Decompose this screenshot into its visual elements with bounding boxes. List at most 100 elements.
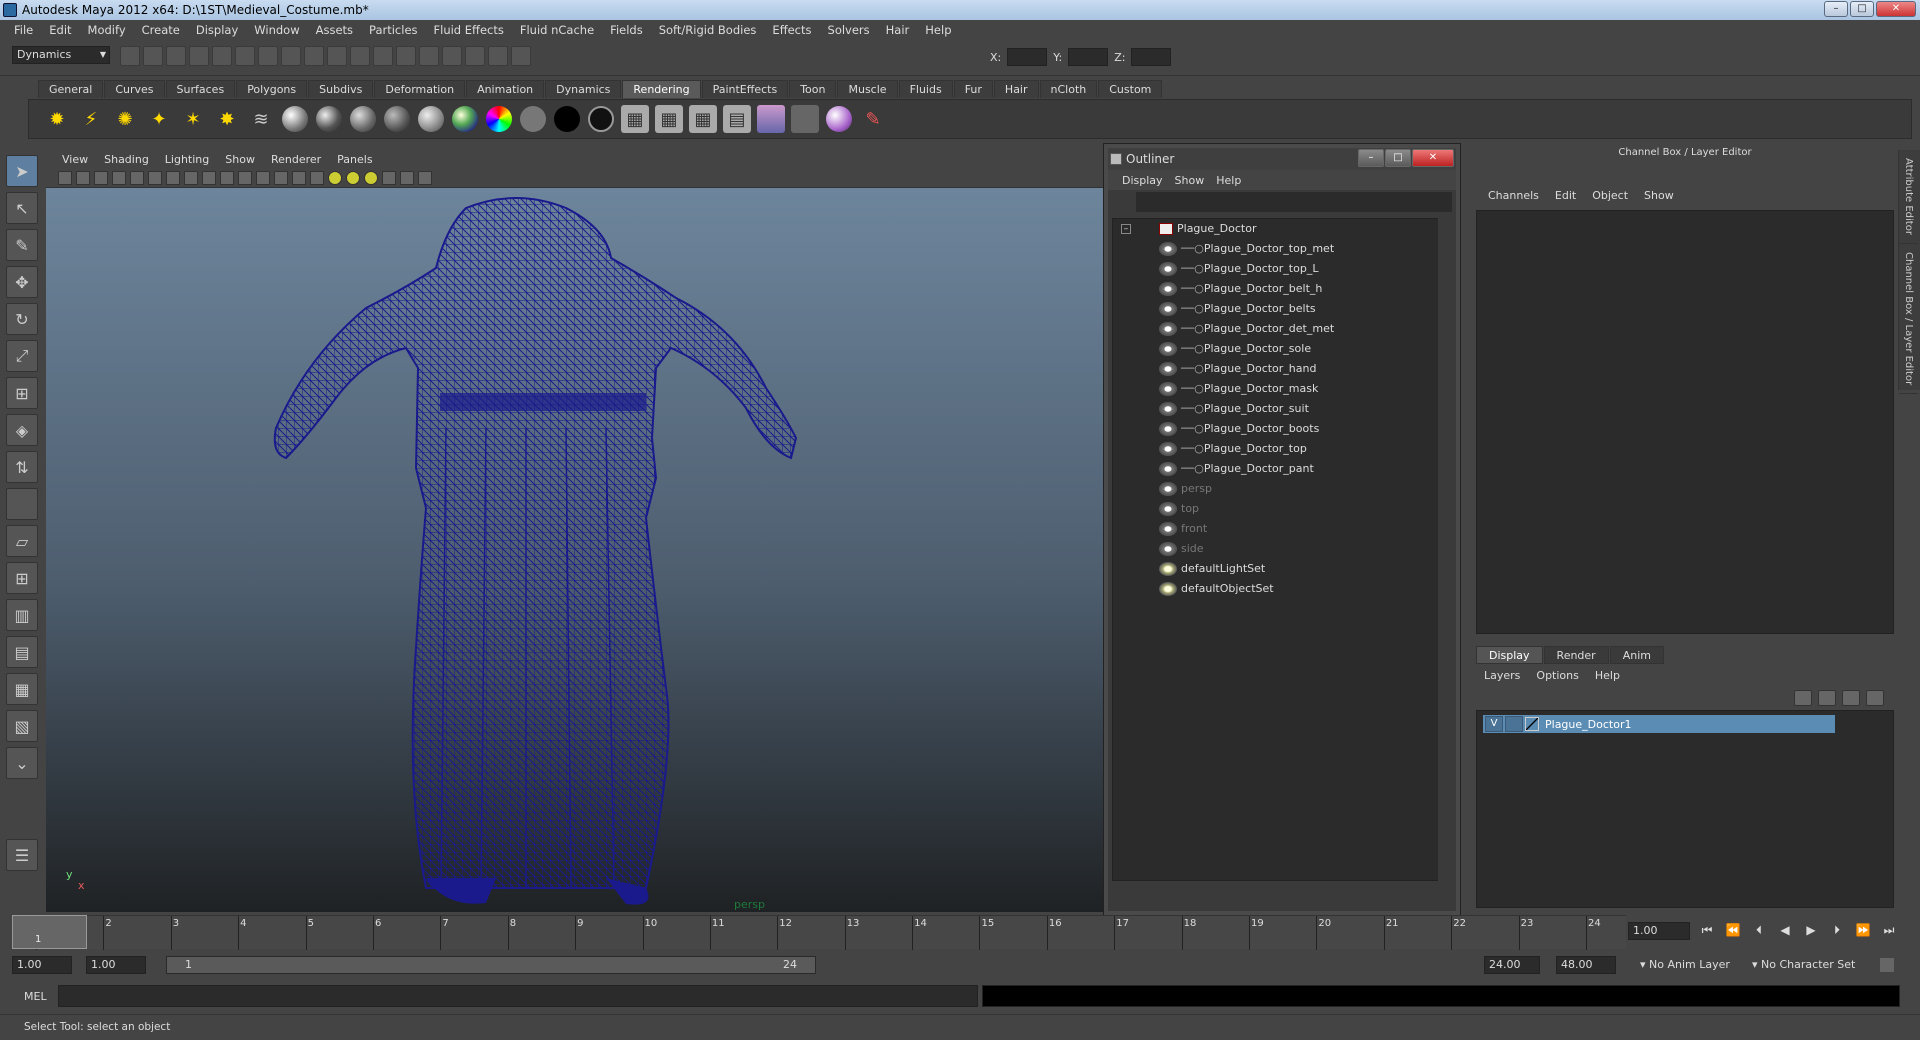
- shelf-tab-deformation[interactable]: Deformation: [374, 80, 466, 98]
- snap-grid-icon[interactable]: [258, 46, 278, 66]
- open-scene-icon[interactable]: [143, 46, 163, 66]
- menu-set-dropdown[interactable]: Dynamics ▼: [12, 46, 110, 64]
- menu-edit[interactable]: Edit: [41, 23, 79, 37]
- menu-assets[interactable]: Assets: [308, 23, 361, 37]
- shelf-tab-rendering[interactable]: Rendering: [622, 80, 701, 98]
- universal-manipulator-icon[interactable]: ⊞: [6, 377, 38, 409]
- paint-select-tool-icon[interactable]: ✎: [6, 229, 38, 261]
- outliner-row[interactable]: ──○ Plague_Doctor_sole: [1113, 339, 1439, 359]
- menu-fluid-effects[interactable]: Fluid Effects: [426, 23, 512, 37]
- new-empty-layer-icon[interactable]: [1842, 690, 1860, 706]
- menu-fluid-ncache[interactable]: Fluid nCache: [512, 23, 602, 37]
- isolate-select-icon[interactable]: [382, 170, 396, 185]
- menu-hair[interactable]: Hair: [878, 23, 918, 37]
- persp-graph-layout-icon[interactable]: ▤: [6, 636, 38, 668]
- select-tool-icon[interactable]: ➤: [6, 155, 38, 187]
- select-component-icon[interactable]: [235, 46, 255, 66]
- shelf-tab-curves[interactable]: Curves: [104, 80, 165, 98]
- show-manipulator-icon[interactable]: ⇅: [6, 451, 38, 483]
- field-chart-icon[interactable]: [202, 170, 216, 185]
- hypershade-shelf-icon[interactable]: [757, 105, 785, 133]
- xray-joints-icon[interactable]: [418, 170, 432, 185]
- menu-soft-rigid-bodies[interactable]: Soft/Rigid Bodies: [651, 23, 765, 37]
- smooth-shade-icon[interactable]: [274, 170, 288, 185]
- playback-end-field[interactable]: 24.00: [1484, 956, 1540, 974]
- current-time-field[interactable]: 1.00: [1628, 922, 1690, 940]
- shelf-tab-fluids[interactable]: Fluids: [898, 80, 953, 98]
- lasso-tool-icon[interactable]: ↖: [6, 192, 38, 224]
- cb-menu-show[interactable]: Show: [1636, 189, 1682, 202]
- grid-toggle-icon[interactable]: [130, 170, 144, 185]
- xray-icon[interactable]: [400, 170, 414, 185]
- shelf-tab-general[interactable]: General: [38, 80, 104, 98]
- outliner-row[interactable]: ──○ Plague_Doctor_belt_h: [1113, 279, 1439, 299]
- collapse-icon[interactable]: –: [1121, 224, 1131, 234]
- start-time-field[interactable]: 1.00: [12, 956, 72, 974]
- layered-shader-icon[interactable]: [587, 105, 615, 133]
- step-forward-key-icon[interactable]: ⏩: [1854, 923, 1872, 939]
- move-layer-down-icon[interactable]: [1818, 690, 1836, 706]
- le-menu-options[interactable]: Options: [1528, 669, 1586, 682]
- script-editor-icon[interactable]: ☰: [6, 839, 38, 871]
- render-icon[interactable]: ▦: [655, 105, 683, 133]
- menu-particles[interactable]: Particles: [361, 23, 425, 37]
- outliner-row[interactable]: ──○ Plague_Doctor_top_L: [1113, 259, 1439, 279]
- attribute-editor-tab[interactable]: Attribute Editor: [1899, 150, 1918, 244]
- outliner-row[interactable]: ──○ Plague_Doctor_mask: [1113, 379, 1439, 399]
- step-back-key-icon[interactable]: ⏪: [1724, 923, 1742, 939]
- select-object-icon[interactable]: [212, 46, 232, 66]
- shelf-tab-toon[interactable]: Toon: [789, 80, 837, 98]
- safe-title-icon[interactable]: [238, 170, 252, 185]
- ramp-sphere-icon[interactable]: [451, 105, 479, 133]
- shelf-tab-custom[interactable]: Custom: [1098, 80, 1163, 98]
- play-backwards-icon[interactable]: ◀: [1776, 923, 1794, 939]
- shelf-tab-ncloth[interactable]: nCloth: [1039, 80, 1098, 98]
- use-default-lighting-icon[interactable]: [328, 170, 342, 185]
- command-language-label[interactable]: MEL: [24, 990, 47, 1003]
- bookmark-icon[interactable]: [94, 170, 108, 185]
- surface-shader-icon[interactable]: [519, 105, 547, 133]
- gate-mask-icon[interactable]: [184, 170, 198, 185]
- rotate-tool-icon[interactable]: ↻: [6, 303, 38, 335]
- outliner-camera-row[interactable]: side: [1113, 539, 1439, 559]
- outliner-row[interactable]: ──○ Plague_Doctor_pant: [1113, 459, 1439, 479]
- ibl-icon[interactable]: ≋: [247, 105, 275, 133]
- render-view-icon[interactable]: ▦: [621, 105, 649, 133]
- make-live-icon[interactable]: [350, 46, 370, 66]
- point-light-icon[interactable]: ✺: [111, 105, 139, 133]
- shelf-tab-animation[interactable]: Animation: [466, 80, 545, 98]
- menu-file[interactable]: File: [6, 23, 41, 37]
- z-field[interactable]: [1131, 48, 1172, 66]
- outliner-row[interactable]: ──○ Plague_Doctor_top_met: [1113, 239, 1439, 259]
- shelf-tab-subdivs[interactable]: Subdivs: [308, 80, 374, 98]
- character-set-dropdown[interactable]: ▾ No Character Set: [1752, 958, 1855, 971]
- ambient-light-icon[interactable]: ✹: [43, 105, 71, 133]
- outliner-horizontal-scrollbar[interactable]: [1112, 893, 1440, 907]
- camera-attributes-icon[interactable]: [76, 170, 90, 185]
- paint-brush-icon[interactable]: ✎: [859, 105, 887, 133]
- key-icon[interactable]: [1880, 958, 1894, 972]
- layer-color-swatch[interactable]: [1525, 717, 1539, 731]
- current-frame-marker[interactable]: 1: [12, 915, 87, 949]
- move-layer-up-icon[interactable]: [1794, 690, 1812, 706]
- ipr-icon[interactable]: ▦: [689, 105, 717, 133]
- soft-mod-icon[interactable]: ◈: [6, 414, 38, 446]
- x-field[interactable]: [1007, 48, 1048, 66]
- lambert-sphere-icon[interactable]: [281, 105, 309, 133]
- use-background-icon[interactable]: [553, 105, 581, 133]
- menu-help[interactable]: Help: [917, 23, 959, 37]
- lock-icon[interactable]: [488, 46, 508, 66]
- maximize-button[interactable]: □: [1850, 1, 1874, 17]
- resolution-gate-icon[interactable]: [166, 170, 180, 185]
- layer-row[interactable]: V Plague_Doctor1: [1483, 715, 1835, 733]
- outliner-menu-help[interactable]: Help: [1210, 174, 1247, 187]
- go-to-end-icon[interactable]: ⏭: [1880, 923, 1898, 939]
- close-button[interactable]: ✕: [1876, 1, 1916, 17]
- layer-visibility-toggle[interactable]: V: [1485, 716, 1503, 732]
- step-back-frame-icon[interactable]: ⏴: [1750, 923, 1768, 939]
- layout-expand-icon[interactable]: ⌄: [6, 747, 38, 779]
- outliner-minimize-button[interactable]: –: [1358, 149, 1384, 167]
- directional-light-icon[interactable]: ⚡: [77, 105, 105, 133]
- safe-action-icon[interactable]: [220, 170, 234, 185]
- playback-start-field[interactable]: 1.00: [86, 956, 146, 974]
